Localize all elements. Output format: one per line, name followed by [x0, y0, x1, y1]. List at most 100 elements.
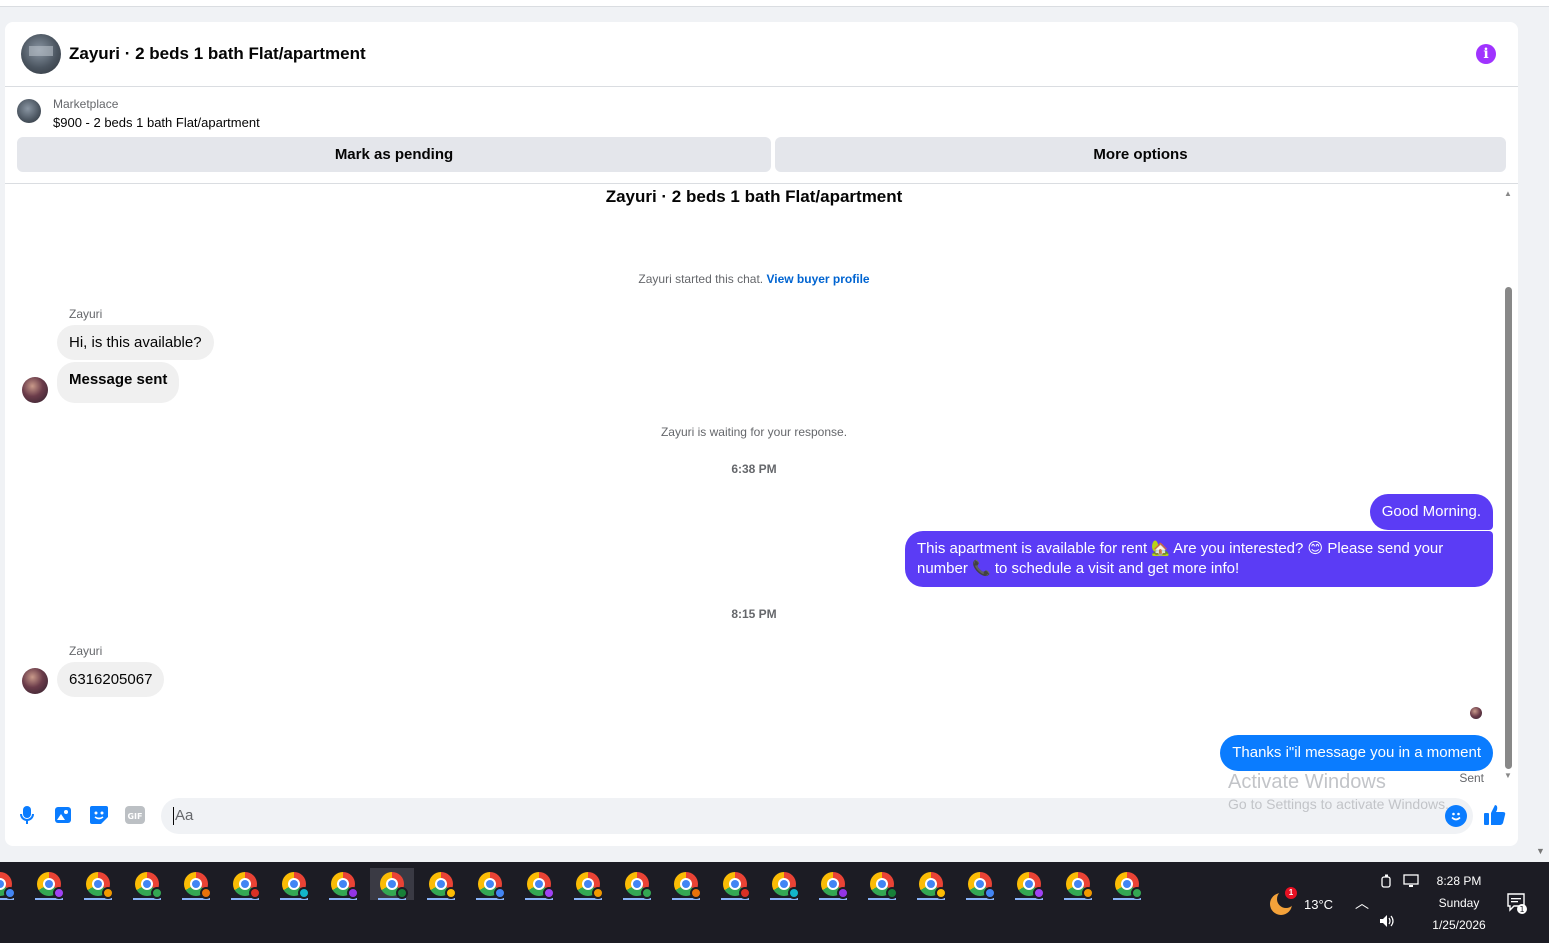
taskbar-chrome-app[interactable] [419, 868, 463, 900]
notification-count: 1 [1519, 905, 1524, 914]
outgoing-message[interactable]: Thanks i"il message you in a moment [1220, 735, 1493, 771]
message-thread[interactable]: Zayuri · 2 beds 1 bath Flat/apartment Za… [5, 183, 1518, 793]
weather-badge: 1 [1285, 887, 1297, 899]
taskbar-chrome-app[interactable] [958, 868, 1002, 900]
taskbar-chrome-app[interactable] [664, 868, 708, 900]
profile-badge-icon [837, 887, 849, 899]
profile-badge-icon [494, 887, 506, 899]
taskbar-chrome-app[interactable] [272, 868, 316, 900]
sticker-icon[interactable] [88, 804, 110, 826]
taskbar-chrome-app[interactable] [1007, 868, 1051, 900]
taskbar-chrome-app[interactable] [125, 868, 169, 900]
thread-title: Zayuri · 2 beds 1 bath Flat/apartment [605, 187, 903, 206]
taskbar-chrome-app[interactable] [811, 868, 855, 900]
taskbar-chrome-app[interactable] [762, 868, 806, 900]
clock-date: 1/25/2026 [1432, 918, 1486, 932]
chrome-icon [870, 872, 898, 899]
taskbar-chrome-app[interactable] [713, 868, 757, 900]
photo-icon[interactable] [52, 804, 74, 826]
system-clock[interactable]: 8:28 PM Sunday 1/25/2026 [1420, 870, 1498, 936]
incoming-message[interactable]: 6316205067 [57, 662, 165, 697]
volume-icon[interactable] [1379, 914, 1395, 931]
scroll-down-arrow-icon[interactable]: ▼ [1504, 771, 1512, 780]
network-icon[interactable] [1403, 874, 1419, 891]
thumbs-up-icon[interactable] [1483, 803, 1509, 829]
chrome-icon [429, 872, 457, 899]
weather-widget[interactable]: 1 13°C [1270, 887, 1333, 915]
emoji-icon[interactable] [1445, 805, 1467, 827]
taskbar-chrome-app[interactable] [76, 868, 120, 900]
buyer-avatar[interactable] [22, 377, 48, 403]
chrome-icon [527, 872, 555, 899]
taskbar-chrome-app[interactable] [615, 868, 659, 900]
info-icon[interactable]: i [1476, 44, 1496, 64]
more-options-button[interactable]: More options [775, 137, 1506, 172]
meet-now-icon[interactable] [1381, 874, 1393, 891]
chrome-icon [1115, 872, 1143, 899]
chat-started-text: Zayuri started this chat. [638, 272, 764, 286]
chrome-icon [1066, 872, 1094, 899]
show-hidden-icons-chevron-up-icon[interactable]: ︿ [1355, 893, 1369, 913]
profile-badge-icon [1131, 887, 1143, 899]
message-composer: GIF Aa [5, 796, 1518, 836]
chrome-icon [233, 872, 261, 899]
taskbar-chrome-app[interactable] [223, 868, 267, 900]
taskbar-chrome-app[interactable] [174, 868, 218, 900]
taskbar-chrome-app[interactable] [468, 868, 512, 900]
chrome-icon [282, 872, 310, 899]
profile-badge-icon [788, 887, 800, 899]
chrome-icon [0, 872, 16, 899]
taskbar-chrome-app[interactable] [909, 868, 953, 900]
profile-badge-icon [886, 887, 898, 899]
profile-badge-icon [543, 887, 555, 899]
marketplace-listing-summary[interactable]: Marketplace $900 - 2 beds 1 bath Flat/ap… [17, 96, 260, 134]
chrome-icon [625, 872, 653, 899]
taskbar-chrome-app[interactable] [27, 868, 71, 900]
profile-badge-icon [690, 887, 702, 899]
mark-as-pending-button[interactable]: Mark as pending [17, 137, 771, 172]
chrome-icon [1017, 872, 1045, 899]
taskbar-chrome-app[interactable] [517, 868, 561, 900]
buyer-avatar[interactable] [22, 668, 48, 694]
taskbar-chrome-app[interactable] [0, 868, 22, 900]
profile-badge-icon [347, 887, 359, 899]
taskbar-chrome-app[interactable] [1056, 868, 1100, 900]
clock-time: 8:28 PM [1436, 874, 1482, 888]
browser-top-strip [0, 0, 1549, 7]
conversation-panel: Zayuri · 2 beds 1 bath Flat/apartment i … [5, 22, 1518, 846]
message-input[interactable]: Aa [161, 798, 1473, 834]
profile-badge-icon [984, 887, 996, 899]
view-buyer-profile-link[interactable]: View buyer profile [766, 272, 869, 286]
conversation-title[interactable]: Zayuri · 2 beds 1 bath Flat/apartment [69, 44, 366, 64]
taskbar-chrome-app[interactable] [566, 868, 610, 900]
outgoing-message[interactable]: Good Morning. [1369, 494, 1493, 530]
taskbar-chrome-app[interactable] [370, 868, 414, 900]
profile-badge-icon [151, 887, 163, 899]
chrome-icon [772, 872, 800, 899]
gif-icon[interactable]: GIF [124, 804, 146, 826]
listing-avatar[interactable] [21, 34, 61, 74]
chrome-icon [331, 872, 359, 899]
chrome-icon [380, 872, 408, 899]
incoming-message[interactable]: Hi, is this available? [57, 325, 214, 360]
scroll-up-arrow-icon[interactable]: ▲ [1504, 189, 1512, 198]
gif-label: GIF [127, 812, 142, 821]
taskbar-chrome-app[interactable] [860, 868, 904, 900]
profile-badge-icon [739, 887, 751, 899]
profile-badge-icon [641, 887, 653, 899]
sent-status: Sent [1459, 771, 1484, 785]
taskbar-chrome-app[interactable] [1105, 868, 1149, 900]
chrome-icon [968, 872, 996, 899]
profile-badge-icon [592, 887, 604, 899]
text-caret [173, 807, 174, 826]
notification-center-icon[interactable]: 1 [1507, 892, 1527, 914]
page-scroll-down-icon[interactable]: ▼ [1536, 846, 1545, 856]
taskbar-chrome-app[interactable] [321, 868, 365, 900]
thread-scrollbar-thumb[interactable] [1505, 287, 1512, 769]
microphone-icon[interactable] [16, 804, 38, 826]
chrome-icon [576, 872, 604, 899]
outgoing-message[interactable]: This apartment is available for rent 🏡 A… [905, 531, 1493, 587]
incoming-message[interactable]: Message sent [57, 362, 180, 403]
waiting-notice: Zayuri is waiting for your response. [660, 425, 848, 439]
listing-thumbnail [17, 99, 41, 123]
